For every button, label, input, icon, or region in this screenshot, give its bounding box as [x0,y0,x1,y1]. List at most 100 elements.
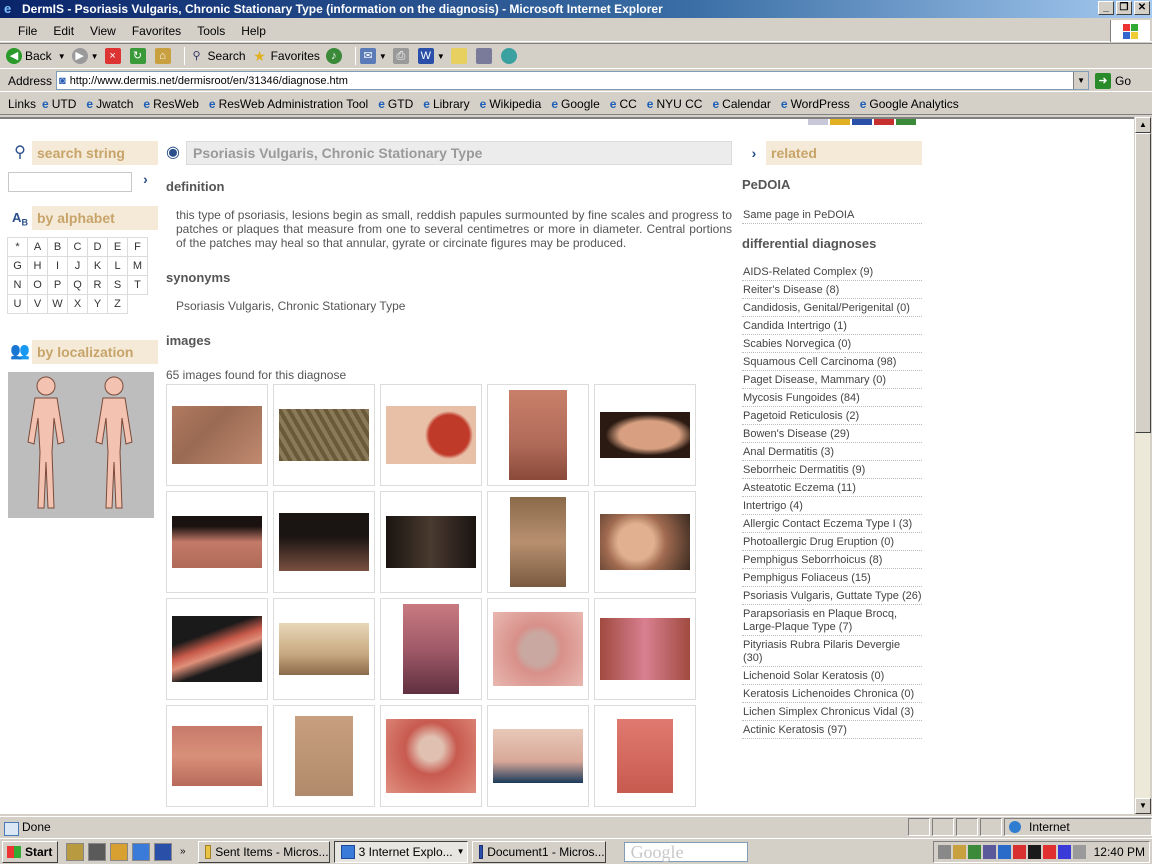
image-thumbnail[interactable] [380,598,482,700]
link-nyu-cc[interactable]: e NYU CC [647,97,703,111]
image-thumbnail[interactable] [380,384,482,486]
differential-diagnosis-link[interactable]: Pityriasis Rubra Pilaris Devergie (30) [742,636,922,667]
image-thumbnail[interactable] [273,705,375,807]
back-button[interactable]: ◀ Back ▼ [6,48,66,64]
differential-diagnosis-link[interactable]: Candida Intertrigo (1) [742,317,922,335]
media-button[interactable]: ♪ [325,48,345,64]
image-thumbnail[interactable] [594,491,696,593]
menu-view[interactable]: View [82,24,124,38]
differential-diagnosis-link[interactable]: Reiter's Disease (8) [742,281,922,299]
letter-link[interactable]: X [67,294,88,314]
link-wordpress[interactable]: e WordPress [781,97,850,111]
differential-diagnosis-link[interactable]: Keratosis Lichenoides Chronica (0) [742,685,922,703]
differential-diagnosis-link[interactable]: Pagetoid Reticulosis (2) [742,407,922,425]
link-google[interactable]: e Google [551,97,599,111]
flag-icon[interactable] [808,119,828,125]
quick-launch-icon[interactable] [110,842,128,861]
differential-diagnosis-link[interactable]: Bowen's Disease (29) [742,425,922,443]
image-thumbnail[interactable] [273,384,375,486]
taskbar-internet-explorer[interactable]: 3 Internet Explo... ▼ [333,840,468,863]
stop-button[interactable]: × [104,48,124,64]
image-thumbnail[interactable] [594,384,696,486]
ie-icon[interactable] [132,842,150,861]
differential-diagnosis-link[interactable]: Scabies Norvegica (0) [742,335,922,353]
favorites-button[interactable]: ★ Favorites [252,48,320,64]
differential-diagnosis-link[interactable]: Anal Dermatitis (3) [742,443,922,461]
letter-link[interactable]: N [7,275,28,295]
taskbar-word[interactable]: Document1 - Micros... [471,840,606,863]
google-search-box[interactable]: Google [623,841,748,862]
image-thumbnail[interactable] [487,491,589,593]
address-input[interactable]: ◙ http://www.dermis.net/dermisroot/en/31… [56,71,1090,90]
image-thumbnail[interactable] [487,384,589,486]
differential-diagnosis-link[interactable]: Lichen Simplex Chronicus Vidal (3) [742,703,922,721]
letter-link[interactable]: U [7,294,28,314]
image-thumbnail[interactable] [594,705,696,807]
tray-icon[interactable] [967,845,981,859]
scroll-down-icon[interactable]: ▼ [1135,798,1151,814]
image-thumbnail[interactable] [594,598,696,700]
differential-diagnosis-link[interactable]: Psoriasis Vulgaris, Guttate Type (26) [742,587,922,605]
tray-icon[interactable] [1057,845,1071,859]
discuss-button[interactable] [450,48,470,64]
home-button[interactable]: ⌂ [154,48,174,64]
letter-link[interactable]: D [87,237,108,257]
link-library[interactable]: e Library [423,97,469,111]
image-thumbnail[interactable] [166,598,268,700]
start-button[interactable]: Start [2,840,58,863]
menu-favorites[interactable]: Favorites [124,24,189,38]
menu-edit[interactable]: Edit [45,24,82,38]
messenger-button[interactable] [500,48,520,64]
scroll-up-icon[interactable]: ▲ [1135,117,1151,133]
differential-diagnosis-link[interactable]: Lichenoid Solar Keratosis (0) [742,667,922,685]
letter-link[interactable]: J [67,256,88,276]
letter-link[interactable]: A [27,237,48,257]
search-input[interactable] [8,172,132,192]
letter-link[interactable]: O [27,275,48,295]
letter-link[interactable]: S [107,275,128,295]
flag-icon[interactable] [896,119,916,125]
forward-dropdown-icon[interactable]: ▼ [91,52,99,61]
image-thumbnail[interactable] [166,705,268,807]
minimize-button[interactable]: _ [1098,1,1114,15]
link-jwatch[interactable]: e Jwatch [86,97,133,111]
letter-link[interactable]: F [127,237,148,257]
image-thumbnail[interactable] [166,384,268,486]
link-wikipedia[interactable]: e Wikipedia [480,97,542,111]
tray-icon[interactable] [937,845,951,859]
differential-diagnosis-link[interactable]: AIDS-Related Complex (9) [742,263,922,281]
quick-launch-icon[interactable] [66,842,84,861]
letter-link[interactable]: L [107,256,128,276]
link-gtd[interactable]: e GTD [378,97,413,111]
search-button[interactable]: ⚲ Search [189,48,246,64]
differential-diagnosis-link[interactable]: Intertrigo (4) [742,497,922,515]
tray-icon[interactable] [997,845,1011,859]
link-utd[interactable]: e UTD [42,97,76,111]
link-google-analytics[interactable]: e Google Analytics [860,97,959,111]
body-localization-map[interactable] [8,372,154,518]
link-resweb-admin[interactable]: e ResWeb Administration Tool [209,97,368,111]
speaker-icon[interactable] [1072,845,1086,859]
image-thumbnail[interactable] [273,598,375,700]
tray-icon[interactable] [982,845,996,859]
search-submit-icon[interactable]: › [143,171,148,187]
differential-diagnosis-link[interactable]: Parapsoriasis en Plaque Brocq, Large-Pla… [742,605,922,636]
link-cc[interactable]: e CC [610,97,637,111]
address-dropdown-icon[interactable]: ▼ [1073,72,1089,89]
letter-link[interactable]: V [27,294,48,314]
image-thumbnail[interactable] [166,491,268,593]
flag-icon[interactable] [874,119,894,125]
letter-link[interactable]: C [67,237,88,257]
pedoia-link[interactable]: Same page in PeDOIA [742,206,922,224]
differential-diagnosis-link[interactable]: Allergic Contact Eczema Type I (3) [742,515,922,533]
edit-dropdown-icon[interactable]: ▼ [437,52,445,61]
menu-tools[interactable]: Tools [189,24,233,38]
differential-diagnosis-link[interactable]: Mycosis Fungoides (84) [742,389,922,407]
letter-link[interactable]: T [127,275,148,295]
forward-button[interactable]: ▶ ▼ [71,48,99,64]
link-calendar[interactable]: e Calendar [712,97,770,111]
tray-icon[interactable] [1027,845,1041,859]
menu-file[interactable]: File [10,24,45,38]
differential-diagnosis-link[interactable]: Paget Disease, Mammary (0) [742,371,922,389]
edit-button[interactable]: W ▼ [417,48,445,64]
